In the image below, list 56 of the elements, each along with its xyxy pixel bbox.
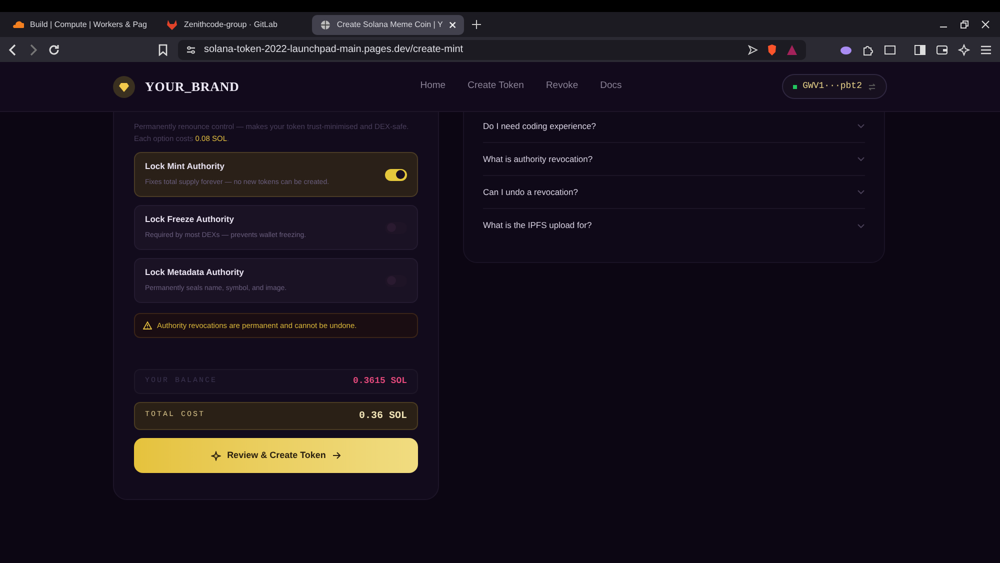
sidebar-icon[interactable]: [914, 44, 926, 56]
bookmark-icon[interactable]: [158, 44, 168, 56]
option-title: Lock Freeze Authority: [145, 213, 235, 226]
fox-icon: [166, 18, 178, 30]
brand-name[interactable]: YOUR_BRAND: [145, 76, 240, 96]
faq-item[interactable]: Can I undo a revocation?: [483, 176, 865, 209]
nav-link[interactable]: Create Token: [468, 79, 524, 94]
send-icon[interactable]: [748, 44, 758, 54]
sparkle-icon: [211, 450, 222, 460]
tab-title: Create Solana Meme Coin | Y: [336, 18, 443, 30]
address-bar[interactable]: solana-token-2022-launchpad-main.pages.dev/create-mint: [178, 40, 806, 60]
sparkle-icon[interactable]: [958, 44, 970, 56]
close-window-icon[interactable]: [981, 20, 990, 29]
faq-item[interactable]: What is authority revocation?: [483, 143, 865, 176]
balance-value: 0.3615 SOL: [352, 374, 407, 388]
nav-link[interactable]: Docs: [600, 79, 622, 94]
close-icon[interactable]: [448, 20, 456, 28]
tab-title: Zenithcode-group · GitLab: [184, 18, 278, 30]
option-title: Lock Metadata Authority: [145, 266, 245, 280]
new-tab-icon[interactable]: [472, 20, 481, 29]
chevron-icon: [857, 123, 865, 129]
option-title: Lock Mint Authority: [145, 160, 226, 174]
browser-tab[interactable]: Build | Compute | Workers & Pag: [4, 14, 156, 34]
toggle-switch[interactable]: [385, 168, 407, 180]
forward-icon[interactable]: [28, 44, 38, 56]
chevron-icon: [857, 222, 865, 228]
extensions-icon[interactable]: [862, 44, 874, 56]
screenshot-icon[interactable]: [884, 44, 896, 56]
nav-link[interactable]: Home: [420, 79, 446, 94]
faq-item[interactable]: What is the IPFS upload for?: [483, 209, 865, 242]
reload-icon[interactable]: [48, 44, 60, 56]
shield-icon[interactable]: [766, 44, 778, 56]
nav-link[interactable]: Revoke: [546, 79, 578, 94]
globe-icon: [320, 18, 331, 30]
wallet-address: GWV1···pbt2: [802, 80, 862, 93]
swap-icon: [868, 82, 876, 90]
arrow-right-icon: [332, 451, 341, 460]
wallet-button[interactable]: GWV1···pbt2: [782, 74, 887, 99]
chevron-icon: [857, 189, 865, 195]
menu-icon[interactable]: [980, 44, 992, 56]
faq-item[interactable]: Do I need coding experience?: [483, 110, 865, 143]
review-create-button[interactable]: Review & Create Token: [134, 438, 418, 473]
url-text: solana-token-2022-launchpad-main.pages.dev/create-mint: [204, 43, 464, 57]
logo-icon: [113, 76, 135, 98]
browser-tab[interactable]: Zenithcode-group · GitLab: [158, 14, 310, 34]
warning-icon: [143, 321, 152, 330]
total-cost-value: 0.36 SOL: [358, 410, 407, 424]
wallet-icon[interactable]: [936, 44, 948, 56]
browser-tab[interactable]: Create Solana Meme Coin | Y: [312, 14, 464, 34]
back-icon[interactable]: [8, 44, 18, 56]
chevron-icon: [857, 156, 865, 162]
site-settings-icon: [186, 44, 196, 54]
triangle-icon[interactable]: [786, 44, 798, 56]
tab-title: Build | Compute | Workers & Pag: [30, 18, 148, 30]
restore-icon[interactable]: [960, 20, 969, 29]
cloud-icon: [12, 18, 24, 30]
